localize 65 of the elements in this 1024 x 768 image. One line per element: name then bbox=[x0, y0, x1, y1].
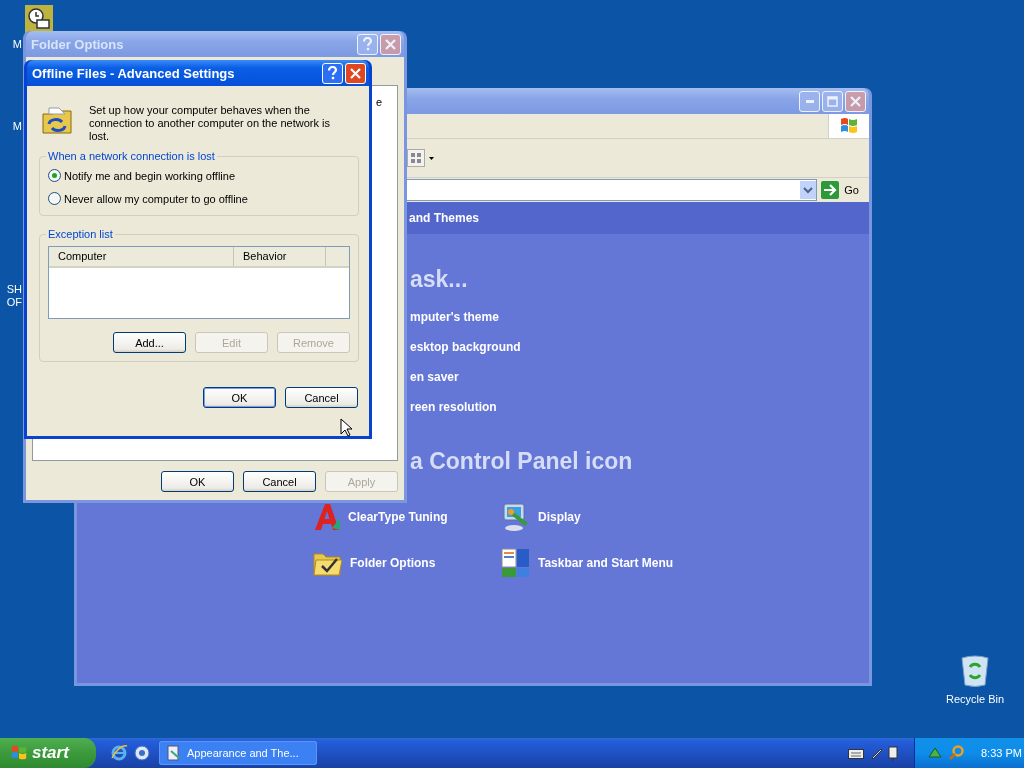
caret-icon[interactable] bbox=[429, 156, 434, 160]
task-link[interactable]: esktop background bbox=[410, 332, 521, 362]
mouse-cursor-icon bbox=[340, 418, 352, 437]
clock-text: 8:33 PM bbox=[981, 747, 1022, 759]
maximize-icon bbox=[827, 95, 838, 107]
browser-icon[interactable] bbox=[110, 744, 128, 762]
dropdown-icon[interactable] bbox=[800, 181, 817, 199]
flag-icon bbox=[839, 116, 859, 136]
help-button[interactable] bbox=[322, 62, 343, 84]
group-label: Exception list bbox=[47, 228, 114, 240]
close-icon bbox=[350, 67, 361, 79]
dialog-button[interactable]: Cancel bbox=[285, 387, 358, 408]
desktop-icon-label[interactable]: OF bbox=[6, 296, 22, 309]
task-link[interactable]: en saver bbox=[410, 362, 459, 392]
task-link[interactable]: reen resolution bbox=[410, 392, 497, 422]
desktop-icon-label[interactable]: M bbox=[12, 38, 22, 51]
icon-heading: a Control Panel icon bbox=[410, 448, 633, 476]
keyboard-icon[interactable] bbox=[848, 747, 864, 759]
dialog-button[interactable]: OK bbox=[161, 471, 234, 492]
tab-text: e bbox=[375, 96, 382, 108]
font-icon bbox=[312, 502, 342, 532]
control-panel-item[interactable]: Folder Options bbox=[312, 549, 436, 577]
pen-icon[interactable] bbox=[870, 746, 884, 760]
list-button[interactable]: Add... bbox=[113, 332, 186, 353]
control-panel-item[interactable]: Taskbar and Start Menu bbox=[500, 549, 674, 577]
help-icon bbox=[362, 37, 373, 51]
dialog-button[interactable]: OK bbox=[203, 387, 276, 408]
radio-option[interactable]: Notify me and begin working offline bbox=[48, 164, 350, 187]
start-button[interactable]: start bbox=[0, 738, 96, 768]
close-icon bbox=[385, 38, 396, 50]
radio-button[interactable] bbox=[48, 192, 61, 205]
task-heading: ask... bbox=[410, 266, 468, 294]
close-icon bbox=[850, 95, 861, 107]
group-label: When a network connection is lost bbox=[47, 150, 216, 162]
category-title: and Themes bbox=[409, 211, 480, 225]
desktop-icon-label[interactable]: M bbox=[12, 120, 22, 133]
exception-list[interactable]: Computer Behavior bbox=[48, 246, 350, 319]
column-header[interactable]: Computer bbox=[49, 247, 234, 266]
help-icon bbox=[327, 66, 338, 80]
taskbar-icon bbox=[500, 547, 532, 579]
radio-button[interactable] bbox=[48, 169, 61, 182]
control-panel-item[interactable]: Display bbox=[500, 503, 581, 531]
window-title: Offline Files - Advanced Settings bbox=[32, 65, 236, 81]
control-panel-item[interactable]: ClearType Tuning bbox=[312, 503, 448, 531]
flag-icon bbox=[10, 744, 28, 762]
arrow-icon bbox=[821, 181, 840, 199]
sync-folder-icon bbox=[41, 104, 73, 136]
clock-app-icon bbox=[25, 5, 53, 33]
radio-option[interactable]: Never allow my computer to go offline bbox=[48, 187, 350, 210]
description-text: Set up how your computer behaves when the connection to another computer on the network is lost. bbox=[89, 104, 331, 144]
desktop-icon-label[interactable]: Recycle Bin bbox=[945, 693, 1005, 706]
minimize-icon bbox=[805, 99, 814, 103]
desktop-icon-label[interactable]: SH bbox=[6, 283, 22, 296]
dialog-button[interactable]: Cancel bbox=[243, 471, 316, 492]
taskbar-button[interactable]: Appearance and The... bbox=[159, 741, 317, 765]
device-icon[interactable] bbox=[888, 745, 898, 761]
column-header[interactable]: Behavior bbox=[234, 247, 326, 266]
window-title: Folder Options bbox=[31, 36, 125, 52]
task-link[interactable]: mputer's theme bbox=[410, 302, 499, 332]
go-button[interactable]: Go bbox=[821, 181, 859, 199]
recycle-bin-icon[interactable] bbox=[960, 655, 990, 687]
close-button[interactable] bbox=[345, 62, 366, 84]
network-icon[interactable] bbox=[927, 745, 943, 761]
window-icon bbox=[167, 745, 181, 761]
media-player-icon[interactable] bbox=[133, 744, 151, 762]
